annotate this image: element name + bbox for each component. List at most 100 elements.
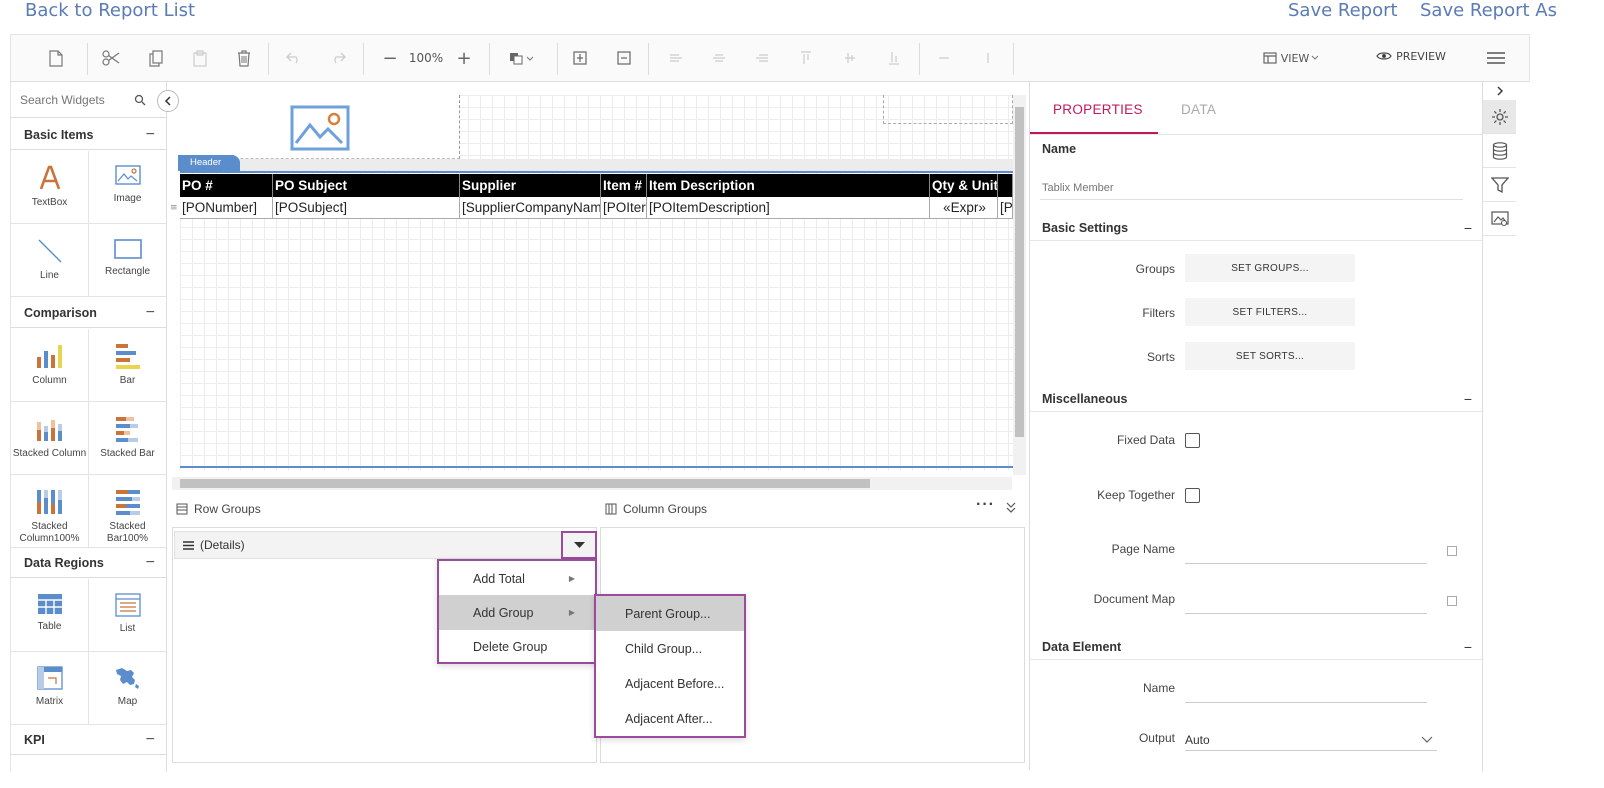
cut-icon[interactable] bbox=[100, 45, 122, 71]
collapse-icon[interactable]: − bbox=[1464, 220, 1472, 236]
expression-icon[interactable] bbox=[1447, 596, 1457, 606]
distribute-vertical-icon[interactable] bbox=[977, 45, 999, 71]
widget-stacked-bar100[interactable]: Stacked Bar100% bbox=[89, 475, 166, 548]
table-header-cell[interactable]: Qty & Unit bbox=[930, 174, 998, 197]
collapse-icon[interactable]: − bbox=[146, 554, 155, 572]
menu-add-total[interactable]: Add Total ▶ bbox=[439, 561, 595, 596]
widget-stacked-bar[interactable]: Stacked Bar bbox=[89, 402, 166, 475]
widget-table[interactable]: Table bbox=[11, 579, 89, 652]
submenu-child-group[interactable]: Child Group... bbox=[596, 631, 744, 666]
paste-icon[interactable] bbox=[189, 45, 211, 71]
category-comparison[interactable]: Comparison − bbox=[11, 298, 166, 328]
keep-together-checkbox[interactable] bbox=[1185, 488, 1200, 503]
table-header-cell[interactable]: Supplier bbox=[460, 174, 601, 197]
category-basic-items[interactable]: Basic Items − bbox=[11, 120, 166, 150]
collapse-icon[interactable]: − bbox=[1464, 391, 1472, 407]
save-report-as-link[interactable]: Save Report As bbox=[1420, 0, 1557, 21]
table-header-cell[interactable] bbox=[998, 174, 1013, 197]
widget-image[interactable]: Image bbox=[89, 151, 166, 224]
table-detail-cell[interactable]: [POIter bbox=[601, 197, 647, 219]
copy-icon[interactable] bbox=[145, 45, 167, 71]
data-element-name-input[interactable] bbox=[1185, 681, 1427, 703]
search-icon[interactable] bbox=[134, 94, 146, 106]
more-options-icon[interactable]: ··· bbox=[976, 496, 995, 514]
widget-line[interactable]: Line bbox=[11, 224, 89, 297]
insert-row-icon[interactable] bbox=[569, 45, 591, 71]
set-groups-button[interactable]: SET GROUPS... bbox=[1185, 254, 1355, 282]
scrollbar-thumb[interactable] bbox=[1015, 107, 1024, 437]
table-detail-cell[interactable]: [SupplierCompanyNam bbox=[460, 197, 601, 219]
table-detail-cell[interactable]: «Expr» bbox=[930, 197, 998, 219]
zoom-in-icon[interactable]: + bbox=[453, 45, 475, 71]
fixed-data-checkbox[interactable] bbox=[1185, 433, 1200, 448]
delete-row-icon[interactable] bbox=[613, 45, 635, 71]
new-file-icon[interactable] bbox=[45, 45, 67, 71]
header-tab[interactable]: Header bbox=[178, 155, 240, 171]
submenu-parent-group[interactable]: Parent Group... bbox=[596, 596, 744, 631]
redo-icon[interactable] bbox=[327, 45, 349, 71]
table-header-cell[interactable]: Item # bbox=[601, 174, 647, 197]
page-name-input[interactable] bbox=[1185, 542, 1427, 564]
name-input[interactable] bbox=[1040, 176, 1463, 200]
image-item[interactable] bbox=[180, 95, 460, 159]
order-dropdown-icon[interactable] bbox=[507, 45, 537, 71]
submenu-adjacent-before[interactable]: Adjacent Before... bbox=[596, 666, 744, 701]
align-right-icon[interactable] bbox=[751, 45, 773, 71]
widget-stacked-column100[interactable]: Stacked Column100% bbox=[11, 475, 89, 548]
delete-icon[interactable] bbox=[233, 45, 255, 71]
menu-add-group[interactable]: Add Group ▶ bbox=[439, 595, 595, 630]
collapse-down-icon[interactable] bbox=[1006, 502, 1016, 514]
widget-matrix[interactable]: Matrix bbox=[11, 652, 89, 725]
table-header-cell[interactable]: Item Description bbox=[647, 174, 930, 197]
category-kpi[interactable]: KPI − bbox=[11, 725, 166, 755]
distribute-horizontal-icon[interactable] bbox=[933, 45, 955, 71]
search-widgets-input[interactable] bbox=[18, 91, 128, 108]
widget-map[interactable]: Map bbox=[89, 652, 166, 725]
category-data-regions[interactable]: Data Regions − bbox=[11, 548, 166, 578]
section-data-element[interactable]: Data Element − bbox=[1042, 635, 1472, 659]
properties-rail-button[interactable] bbox=[1483, 100, 1516, 134]
filter-rail-button[interactable] bbox=[1483, 168, 1516, 202]
table-detail-cell[interactable]: [P bbox=[998, 197, 1013, 219]
textbox-item[interactable] bbox=[883, 95, 1013, 124]
document-map-input[interactable] bbox=[1185, 592, 1427, 614]
set-filters-button[interactable]: SET FILTERS... bbox=[1185, 298, 1355, 326]
widget-list[interactable]: List bbox=[89, 579, 166, 652]
align-middle-icon[interactable] bbox=[839, 45, 861, 71]
collapse-panel-button[interactable] bbox=[157, 90, 179, 112]
hamburger-menu-icon[interactable] bbox=[1483, 45, 1509, 71]
table-detail-cell[interactable]: [POItemDescription] bbox=[647, 197, 930, 219]
collapse-icon[interactable]: − bbox=[1464, 639, 1472, 655]
scrollbar-thumb[interactable] bbox=[180, 479, 870, 488]
tab-data[interactable]: DATA bbox=[1181, 102, 1216, 117]
table-detail-cell[interactable]: [PONumber] bbox=[180, 197, 273, 219]
back-to-report-list-link[interactable]: Back to Report List bbox=[25, 0, 195, 21]
zoom-out-icon[interactable]: − bbox=[379, 45, 401, 71]
align-bottom-icon[interactable] bbox=[883, 45, 905, 71]
widget-textbox[interactable]: TextBox bbox=[11, 151, 89, 224]
row-handle-icon[interactable]: ≡ bbox=[170, 203, 178, 213]
collapse-icon[interactable]: − bbox=[146, 731, 155, 749]
widget-column[interactable]: Column bbox=[11, 329, 89, 402]
collapse-icon[interactable]: − bbox=[146, 304, 155, 322]
expand-panel-button[interactable] bbox=[1483, 82, 1516, 100]
set-sorts-button[interactable]: SET SORTS... bbox=[1185, 342, 1355, 370]
group-options-dropdown[interactable] bbox=[561, 531, 597, 559]
widget-stacked-column[interactable]: Stacked Column bbox=[11, 402, 89, 475]
collapse-icon[interactable]: − bbox=[146, 126, 155, 144]
tab-properties[interactable]: PROPERTIES bbox=[1053, 102, 1143, 117]
view-dropdown[interactable]: VIEW bbox=[1256, 45, 1326, 71]
widget-bar[interactable]: Bar bbox=[89, 329, 166, 402]
align-left-icon[interactable] bbox=[665, 45, 687, 71]
table-detail-cell[interactable]: [POSubject] bbox=[273, 197, 460, 219]
image-manager-rail-button[interactable] bbox=[1483, 202, 1516, 236]
expression-icon[interactable] bbox=[1447, 546, 1457, 556]
details-group-row[interactable]: (Details) bbox=[174, 531, 594, 559]
data-rail-button[interactable] bbox=[1483, 134, 1516, 168]
section-basic-settings[interactable]: Basic Settings − bbox=[1042, 216, 1472, 240]
canvas-vertical-scrollbar[interactable] bbox=[1013, 95, 1026, 475]
submenu-adjacent-after[interactable]: Adjacent After... bbox=[596, 701, 744, 736]
save-report-link[interactable]: Save Report bbox=[1288, 0, 1398, 21]
canvas-horizontal-scrollbar[interactable] bbox=[172, 477, 1012, 490]
undo-icon[interactable] bbox=[283, 45, 305, 71]
